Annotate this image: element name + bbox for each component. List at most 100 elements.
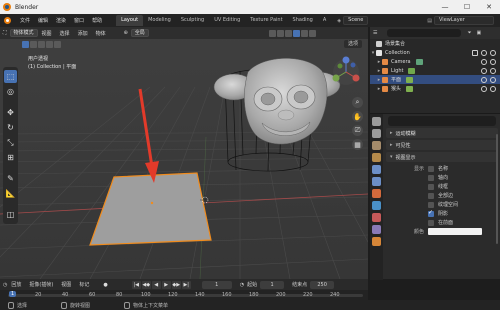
menu-render[interactable]: 渲染 xyxy=(52,17,70,24)
tool-tab-icon[interactable] xyxy=(372,117,381,126)
panel-motion-blur[interactable]: ▸ 运动模糊 xyxy=(386,128,498,138)
object-tab-icon[interactable] xyxy=(372,189,381,198)
modifier-tab-icon[interactable] xyxy=(372,201,381,210)
render-camera-icon[interactable] xyxy=(490,85,496,92)
material-shading-icon[interactable] xyxy=(300,29,308,37)
render-camera-icon[interactable] xyxy=(490,76,496,83)
properties-search-input[interactable] xyxy=(388,116,496,126)
mesh-data-icon[interactable] xyxy=(406,85,414,92)
checkbox[interactable] xyxy=(428,192,434,199)
cursor-tool-icon[interactable]: ◎ xyxy=(4,85,17,98)
outliner-search-input[interactable] xyxy=(387,29,462,37)
tab-texture-paint[interactable]: Texture Paint xyxy=(245,15,287,26)
prop-row-show-name[interactable]: 显示 名称 xyxy=(384,164,500,173)
menu-add[interactable]: 添加 xyxy=(74,30,92,37)
scene-tab-icon[interactable] xyxy=(372,165,381,174)
select-invert-icon[interactable] xyxy=(46,40,53,48)
play-button[interactable]: ▶ xyxy=(161,280,171,289)
world-tab-icon[interactable] xyxy=(372,177,381,186)
zoom-icon[interactable]: ⌕ xyxy=(352,97,363,108)
outliner-row-plane[interactable]: ▸ 平面 xyxy=(370,75,500,84)
timeline-ruler[interactable]: 1 20 40 60 80 100 120 140 160 180 200 22… xyxy=(0,290,368,300)
blender-menu-icon[interactable] xyxy=(3,16,12,25)
visibility-eye-icon[interactable] xyxy=(481,49,487,56)
annotate-tool-icon[interactable]: ✎ xyxy=(4,172,17,185)
camera-view-icon[interactable]: ⎚ xyxy=(352,125,363,136)
view-layer-field[interactable]: ViewLayer xyxy=(434,16,494,25)
exclude-checkbox-icon[interactable] xyxy=(472,49,478,56)
visibility-eye-icon[interactable] xyxy=(481,85,487,92)
render-camera-icon[interactable] xyxy=(490,67,496,74)
prop-row-color[interactable]: 颜色 xyxy=(384,227,500,236)
color-swatch[interactable] xyxy=(428,228,482,235)
perspective-toggle-icon[interactable]: ▦ xyxy=(352,139,363,150)
record-icon[interactable]: ● xyxy=(103,282,107,288)
mode-dropdown[interactable]: 物体模式 xyxy=(9,29,38,37)
wireframe-shading-icon[interactable] xyxy=(284,29,292,37)
select-box-tool-icon[interactable]: ⬚ xyxy=(4,70,17,83)
move-tool-icon[interactable]: ✥ xyxy=(4,106,17,119)
minimize-button[interactable]: — xyxy=(434,0,456,14)
outliner-row-light[interactable]: ▸ Light xyxy=(370,66,500,75)
close-button[interactable]: ✕ xyxy=(478,0,500,14)
render-camera-icon[interactable] xyxy=(490,58,496,65)
menu-window[interactable]: 窗口 xyxy=(70,17,88,24)
tab-animation[interactable]: A xyxy=(318,15,331,26)
checkbox[interactable] xyxy=(428,183,434,190)
select-intersect-icon[interactable] xyxy=(54,40,61,48)
select-new-icon[interactable] xyxy=(22,40,29,48)
particles-tab-icon[interactable] xyxy=(372,213,381,222)
outliner-row-monkey[interactable]: ▸ 猴头 xyxy=(370,84,500,93)
outliner-editor-icon[interactable]: ☰ xyxy=(373,30,377,36)
rendered-shading-icon[interactable] xyxy=(308,29,316,37)
transform-tool-icon[interactable]: ⊞ xyxy=(4,151,17,164)
overlay-icon[interactable] xyxy=(268,29,276,37)
checkbox[interactable] xyxy=(428,165,434,172)
panel-visibility[interactable]: ▸ 可见性 xyxy=(386,140,498,150)
menu-select[interactable]: 选择 xyxy=(56,30,74,37)
transform-orientation-dropdown[interactable]: 全局 xyxy=(130,29,149,37)
tab-uv-editing[interactable]: UV Editing xyxy=(209,15,245,26)
render-tab-icon[interactable] xyxy=(372,129,381,138)
checkbox[interactable] xyxy=(428,174,434,181)
tab-modeling[interactable]: Modeling xyxy=(143,15,176,26)
menu-view[interactable]: 视图 xyxy=(38,30,56,37)
menu-help[interactable]: 帮助 xyxy=(88,17,106,24)
options-dropdown[interactable]: 选项 xyxy=(343,40,362,48)
end-frame-field[interactable]: 250 xyxy=(310,280,335,289)
prop-row-texture-space[interactable]: 纹理空间 xyxy=(384,200,500,209)
visibility-eye-icon[interactable] xyxy=(481,76,487,83)
checkbox-checked[interactable] xyxy=(428,209,434,217)
outliner-row-camera[interactable]: ▸ Camera xyxy=(370,57,500,66)
prop-row-shadow[interactable]: 阴影 xyxy=(384,209,500,218)
editor-type-icon[interactable]: ⛶ xyxy=(3,30,7,36)
play-reverse-button[interactable]: ◀ xyxy=(151,280,161,289)
physics-tab-icon[interactable] xyxy=(372,225,381,234)
scale-tool-icon[interactable]: ⤡ xyxy=(4,136,17,149)
menu-timeline-view[interactable]: 视图 xyxy=(57,281,75,288)
prop-row-in-front[interactable]: 在前面 xyxy=(384,218,500,227)
jump-end-button[interactable]: ▶| xyxy=(181,280,191,289)
playhead-frame[interactable]: 1 xyxy=(9,291,17,297)
checkbox[interactable] xyxy=(428,201,434,208)
outliner-row-collection[interactable]: ▾ Collection xyxy=(370,48,500,57)
menu-marker[interactable]: 标记 xyxy=(75,281,93,288)
visibility-eye-icon[interactable] xyxy=(481,58,487,65)
measure-tool-icon[interactable]: 📐 xyxy=(4,187,17,200)
xray-icon[interactable] xyxy=(276,29,284,37)
filter-icon[interactable]: ⏷ xyxy=(467,30,471,36)
tab-layout[interactable]: Layout xyxy=(116,15,144,26)
menu-object[interactable]: 物体 xyxy=(92,30,110,37)
mesh-data-icon[interactable] xyxy=(406,76,414,83)
menu-file[interactable]: 文件 xyxy=(16,17,34,24)
menu-playback[interactable]: 回放 xyxy=(7,281,25,288)
new-collection-icon[interactable]: ▣ xyxy=(477,30,482,36)
scene-field[interactable]: Scene xyxy=(343,16,369,25)
tab-shading[interactable]: Shading xyxy=(288,15,318,26)
panel-viewport-display[interactable]: ▾ 视图显示 xyxy=(386,152,498,162)
3d-viewport[interactable]: ⛶ 物体模式 视图 选择 添加 物体 ⊕ 全局 选项 用户透视 (1) Coll… xyxy=(0,27,368,279)
tab-sculpting[interactable]: Sculpting xyxy=(176,15,209,26)
solid-shading-icon[interactable] xyxy=(292,29,300,37)
outliner-row-scene-collection[interactable]: 场景集合 xyxy=(370,39,500,48)
output-tab-icon[interactable] xyxy=(372,141,381,150)
